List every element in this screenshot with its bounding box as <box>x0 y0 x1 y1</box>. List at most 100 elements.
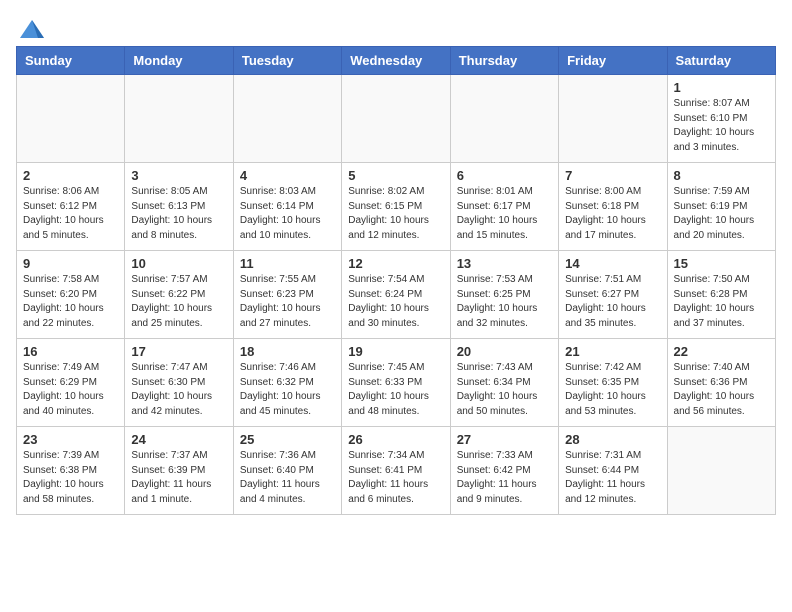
day-info: Sunrise: 8:00 AM Sunset: 6:18 PM Dayligh… <box>565 185 660 243</box>
calendar-day-cell: 9 Sunrise: 7:58 AM Sunset: 6:20 PM Daylig… <box>17 251 125 339</box>
calendar-table: SundayMondayTuesdayWednesdayThursdayFrid… <box>16 46 776 515</box>
calendar-day-cell <box>450 75 558 163</box>
calendar-day-cell: 19 Sunrise: 7:45 AM Sunset: 6:33 PM Dayli… <box>342 339 450 427</box>
day-info: Sunrise: 7:39 AM Sunset: 6:38 PM Dayligh… <box>23 449 118 507</box>
day-number: 11 <box>240 256 335 271</box>
calendar-header-row: SundayMondayTuesdayWednesdayThursdayFrid… <box>17 47 776 75</box>
day-number: 5 <box>348 168 443 183</box>
day-info: Sunrise: 7:42 AM Sunset: 6:35 PM Dayligh… <box>565 361 660 419</box>
calendar-day-cell <box>342 75 450 163</box>
calendar-week-row: 1 Sunrise: 8:07 AM Sunset: 6:10 PM Daylig… <box>17 75 776 163</box>
calendar-day-cell: 3 Sunrise: 8:05 AM Sunset: 6:13 PM Daylig… <box>125 163 233 251</box>
day-number: 22 <box>674 344 769 359</box>
day-info: Sunrise: 7:34 AM Sunset: 6:41 PM Dayligh… <box>348 449 443 507</box>
day-info: Sunrise: 8:01 AM Sunset: 6:17 PM Dayligh… <box>457 185 552 243</box>
day-number: 23 <box>23 432 118 447</box>
calendar-week-row: 9 Sunrise: 7:58 AM Sunset: 6:20 PM Daylig… <box>17 251 776 339</box>
calendar-day-cell: 11 Sunrise: 7:55 AM Sunset: 6:23 PM Dayli… <box>233 251 341 339</box>
weekday-header: Tuesday <box>233 47 341 75</box>
day-info: Sunrise: 7:58 AM Sunset: 6:20 PM Dayligh… <box>23 273 118 331</box>
calendar-week-row: 23 Sunrise: 7:39 AM Sunset: 6:38 PM Dayli… <box>17 427 776 515</box>
day-info: Sunrise: 7:36 AM Sunset: 6:40 PM Dayligh… <box>240 449 335 507</box>
day-info: Sunrise: 7:47 AM Sunset: 6:30 PM Dayligh… <box>131 361 226 419</box>
day-number: 15 <box>674 256 769 271</box>
calendar-day-cell: 21 Sunrise: 7:42 AM Sunset: 6:35 PM Dayli… <box>559 339 667 427</box>
calendar-day-cell: 14Sunrise: 7:51 AM Sunset: 6:27 PM Dayli… <box>559 251 667 339</box>
day-info: Sunrise: 7:43 AM Sunset: 6:34 PM Dayligh… <box>457 361 552 419</box>
calendar-day-cell: 20 Sunrise: 7:43 AM Sunset: 6:34 PM Dayli… <box>450 339 558 427</box>
calendar-day-cell <box>233 75 341 163</box>
page-header <box>16 16 776 38</box>
day-number: 3 <box>131 168 226 183</box>
day-number: 26 <box>348 432 443 447</box>
logo <box>16 16 46 38</box>
day-info: Sunrise: 7:46 AM Sunset: 6:32 PM Dayligh… <box>240 361 335 419</box>
day-number: 6 <box>457 168 552 183</box>
day-info: Sunrise: 8:02 AM Sunset: 6:15 PM Dayligh… <box>348 185 443 243</box>
weekday-header: Thursday <box>450 47 558 75</box>
calendar-day-cell: 24 Sunrise: 7:37 AM Sunset: 6:39 PM Dayli… <box>125 427 233 515</box>
day-info: Sunrise: 7:54 AM Sunset: 6:24 PM Dayligh… <box>348 273 443 331</box>
calendar-day-cell: 16Sunrise: 7:49 AM Sunset: 6:29 PM Dayli… <box>17 339 125 427</box>
day-number: 12 <box>348 256 443 271</box>
day-number: 19 <box>348 344 443 359</box>
day-number: 8 <box>674 168 769 183</box>
day-number: 7 <box>565 168 660 183</box>
day-info: Sunrise: 7:57 AM Sunset: 6:22 PM Dayligh… <box>131 273 226 331</box>
day-number: 4 <box>240 168 335 183</box>
calendar-day-cell: 22 Sunrise: 7:40 AM Sunset: 6:36 PM Dayli… <box>667 339 775 427</box>
day-info: Sunrise: 7:50 AM Sunset: 6:28 PM Dayligh… <box>674 273 769 331</box>
calendar-day-cell: 25 Sunrise: 7:36 AM Sunset: 6:40 PM Dayli… <box>233 427 341 515</box>
calendar-day-cell: 28Sunrise: 7:31 AM Sunset: 6:44 PM Dayli… <box>559 427 667 515</box>
calendar-week-row: 2 Sunrise: 8:06 AM Sunset: 6:12 PM Daylig… <box>17 163 776 251</box>
day-number: 28 <box>565 432 660 447</box>
day-number: 17 <box>131 344 226 359</box>
day-number: 27 <box>457 432 552 447</box>
day-number: 16 <box>23 344 118 359</box>
day-number: 9 <box>23 256 118 271</box>
day-info: Sunrise: 7:37 AM Sunset: 6:39 PM Dayligh… <box>131 449 226 507</box>
calendar-day-cell: 8 Sunrise: 7:59 AM Sunset: 6:19 PM Daylig… <box>667 163 775 251</box>
weekday-header: Monday <box>125 47 233 75</box>
day-info: Sunrise: 8:07 AM Sunset: 6:10 PM Dayligh… <box>674 97 769 155</box>
calendar-day-cell: 17 Sunrise: 7:47 AM Sunset: 6:30 PM Dayli… <box>125 339 233 427</box>
day-info: Sunrise: 8:06 AM Sunset: 6:12 PM Dayligh… <box>23 185 118 243</box>
calendar-day-cell: 23 Sunrise: 7:39 AM Sunset: 6:38 PM Dayli… <box>17 427 125 515</box>
calendar-day-cell <box>125 75 233 163</box>
weekday-header: Wednesday <box>342 47 450 75</box>
day-number: 10 <box>131 256 226 271</box>
calendar-day-cell: 15 Sunrise: 7:50 AM Sunset: 6:28 PM Dayli… <box>667 251 775 339</box>
day-number: 21 <box>565 344 660 359</box>
day-info: Sunrise: 7:45 AM Sunset: 6:33 PM Dayligh… <box>348 361 443 419</box>
day-info: Sunrise: 7:33 AM Sunset: 6:42 PM Dayligh… <box>457 449 552 507</box>
day-number: 18 <box>240 344 335 359</box>
calendar-day-cell: 1 Sunrise: 8:07 AM Sunset: 6:10 PM Daylig… <box>667 75 775 163</box>
calendar-day-cell <box>17 75 125 163</box>
day-number: 25 <box>240 432 335 447</box>
weekday-header: Friday <box>559 47 667 75</box>
calendar-day-cell: 4 Sunrise: 8:03 AM Sunset: 6:14 PM Daylig… <box>233 163 341 251</box>
day-info: Sunrise: 7:40 AM Sunset: 6:36 PM Dayligh… <box>674 361 769 419</box>
day-number: 20 <box>457 344 552 359</box>
day-number: 24 <box>131 432 226 447</box>
calendar-day-cell: 5 Sunrise: 8:02 AM Sunset: 6:15 PM Daylig… <box>342 163 450 251</box>
day-info: Sunrise: 8:05 AM Sunset: 6:13 PM Dayligh… <box>131 185 226 243</box>
day-info: Sunrise: 7:55 AM Sunset: 6:23 PM Dayligh… <box>240 273 335 331</box>
calendar-day-cell <box>667 427 775 515</box>
day-info: Sunrise: 8:03 AM Sunset: 6:14 PM Dayligh… <box>240 185 335 243</box>
day-info: Sunrise: 7:53 AM Sunset: 6:25 PM Dayligh… <box>457 273 552 331</box>
calendar-day-cell: 10 Sunrise: 7:57 AM Sunset: 6:22 PM Dayli… <box>125 251 233 339</box>
logo-icon <box>18 16 46 44</box>
weekday-header: Saturday <box>667 47 775 75</box>
day-info: Sunrise: 7:59 AM Sunset: 6:19 PM Dayligh… <box>674 185 769 243</box>
day-number: 2 <box>23 168 118 183</box>
calendar-day-cell: 7 Sunrise: 8:00 AM Sunset: 6:18 PM Daylig… <box>559 163 667 251</box>
calendar-day-cell: 27 Sunrise: 7:33 AM Sunset: 6:42 PM Dayli… <box>450 427 558 515</box>
day-number: 13 <box>457 256 552 271</box>
day-number: 1 <box>674 80 769 95</box>
calendar-day-cell <box>559 75 667 163</box>
calendar-day-cell: 2 Sunrise: 8:06 AM Sunset: 6:12 PM Daylig… <box>17 163 125 251</box>
day-number: 14 <box>565 256 660 271</box>
calendar-week-row: 16Sunrise: 7:49 AM Sunset: 6:29 PM Dayli… <box>17 339 776 427</box>
calendar-day-cell: 18 Sunrise: 7:46 AM Sunset: 6:32 PM Dayli… <box>233 339 341 427</box>
